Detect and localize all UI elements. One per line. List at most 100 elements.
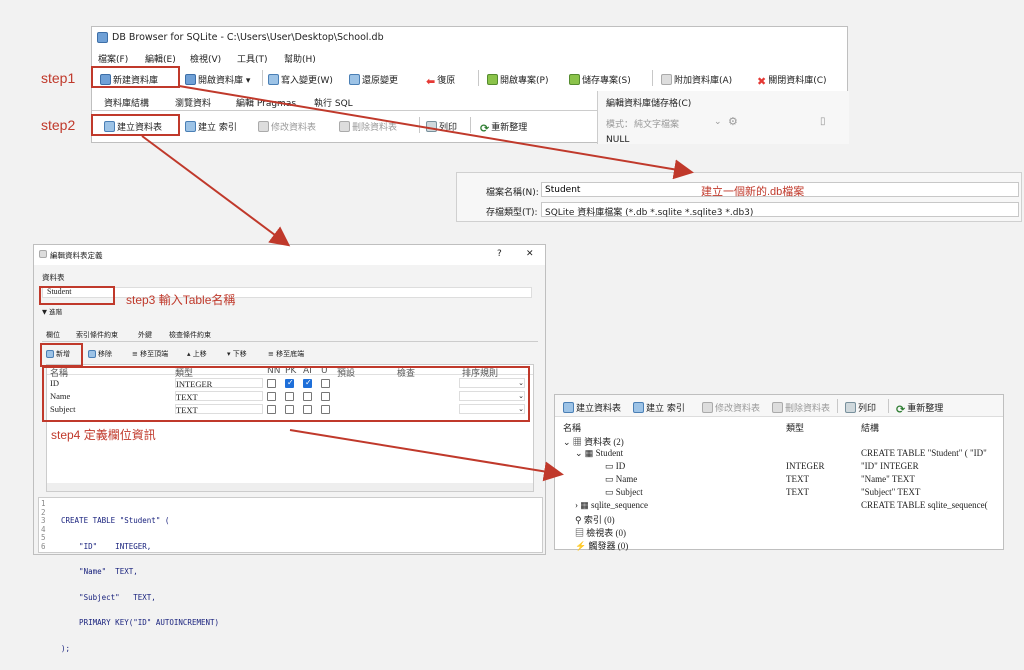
close-database-label: 關閉資料庫(C) xyxy=(768,76,827,86)
attach-database-button[interactable]: 附加資料庫(A) xyxy=(661,73,732,86)
remove-icon xyxy=(88,350,96,358)
sql-line: "Name" TEXT, xyxy=(61,567,138,576)
open-project-label: 開啟專案(P) xyxy=(500,76,549,86)
sql-line: "Subject" TEXT, xyxy=(61,592,156,602)
create-index-button[interactable]: 建立 索引 xyxy=(185,120,237,133)
move-top-button[interactable]: ≡ 移至頂端 xyxy=(132,349,168,359)
tree-row[interactable]: ▭ Subject TEXT "Subject" TEXT xyxy=(555,486,1003,498)
tab-execute-sql[interactable]: 執行 SQL xyxy=(314,96,353,109)
null-value: NULL xyxy=(606,135,630,145)
print-icon xyxy=(426,121,437,132)
move-up-button[interactable]: ▴ 上移 xyxy=(187,349,207,359)
remove-field-label: 移除 xyxy=(98,350,112,358)
tab-foreign-keys[interactable]: 外鍵 xyxy=(138,330,152,340)
tree-row[interactable]: ⌄ ▦ 資料表 (2) xyxy=(555,434,1003,447)
move-bottom-button[interactable]: ≡ 移至底端 xyxy=(268,349,304,359)
chevron-down-icon: ⌄ xyxy=(714,117,722,127)
toolbar-separator xyxy=(262,70,263,86)
step2-label: step2 xyxy=(41,117,76,133)
mode-value: 純文字檔案 xyxy=(634,120,680,130)
undo-button[interactable]: ⬅ 復原 xyxy=(426,73,455,88)
save-project-icon xyxy=(569,74,580,85)
tree-row[interactable]: ⚡ 觸發器 (0) xyxy=(555,538,1003,551)
tree-row[interactable]: ▭ Name TEXT "Name" TEXT xyxy=(555,473,1003,485)
menu-view[interactable]: 檢視(V) xyxy=(190,52,221,65)
tree-row[interactable]: ▭ ID INTEGER "ID" INTEGER xyxy=(555,460,1003,472)
create-table-button[interactable]: 建立資料表 xyxy=(563,401,621,414)
remove-field-button[interactable]: 移除 xyxy=(88,349,112,359)
move-down-label: 下移 xyxy=(232,350,247,358)
tab-fields[interactable]: 欄位 xyxy=(46,330,60,340)
sql-line: PRIMARY KEY("ID" AUTOINCREMENT) xyxy=(61,618,220,627)
main-window: DB Browser for SQLite - C:\Users\User\De… xyxy=(91,26,849,145)
table-name-input[interactable]: Student xyxy=(42,287,532,298)
tree-row[interactable]: › ▦ sqlite_sequence CREATE TABLE sqlite_… xyxy=(555,499,1003,511)
step3-highlight xyxy=(39,286,115,305)
print-button[interactable]: 列印 xyxy=(426,120,457,133)
main-toolbar: 新建資料庫 開啟資料庫 ▾ 寫入變更(W) 還原變更 ⬅ 復原 開啟專案(P) 儲… xyxy=(92,67,847,89)
open-project-button[interactable]: 開啟專案(P) xyxy=(487,73,548,86)
step2-highlight xyxy=(91,114,180,136)
tree-row[interactable]: ⚲ 索引 (0) xyxy=(555,512,1003,525)
open-database-button[interactable]: 開啟資料庫 ▾ xyxy=(185,73,250,86)
settings-icon[interactable]: ⚙ xyxy=(728,115,738,128)
print-label: 列印 xyxy=(858,404,877,414)
modify-table-icon xyxy=(258,121,269,132)
tab-database-structure[interactable]: 資料庫結構 xyxy=(104,96,149,109)
menu-tools[interactable]: 工具(T) xyxy=(237,52,268,65)
menu-file[interactable]: 檔案(F) xyxy=(98,52,128,65)
write-icon xyxy=(268,74,279,85)
advanced-toggle[interactable]: ▼ 進階 xyxy=(42,306,62,316)
refresh-button[interactable]: ⟳ 重新整理 xyxy=(896,401,943,416)
filetype-select[interactable]: SQLite 資料庫檔案 (*.db *.sqlite *.sqlite3 *.… xyxy=(541,202,1019,218)
attach-icon xyxy=(661,74,672,85)
delete-table-button[interactable]: 刪除資料表 xyxy=(772,401,830,414)
tree-row[interactable]: ⌄ ▦ Student CREATE TABLE "Student" ( "ID… xyxy=(555,447,1003,459)
create-table-icon xyxy=(563,402,574,413)
print-button[interactable]: 列印 xyxy=(845,401,876,414)
save-dialog-annotation: 建立一個新的.db檔案 xyxy=(701,186,805,198)
mode-select[interactable]: 純文字檔案 ⌄ xyxy=(634,117,734,130)
toolbar-separator xyxy=(837,399,838,413)
horizontal-scrollbar[interactable] xyxy=(47,483,533,491)
type-cell: TEXT xyxy=(786,474,809,484)
tree-item-label: › ▦ sqlite_sequence xyxy=(575,500,648,510)
close-database-button[interactable]: ✖ 關閉資料庫(C) xyxy=(757,73,827,88)
toolbar-separator xyxy=(470,117,471,133)
close-db-icon: ✖ xyxy=(757,75,767,88)
refresh-button[interactable]: ⟳ 重新整理 xyxy=(480,120,527,135)
delete-table-button[interactable]: 刪除資料表 xyxy=(339,120,397,133)
create-index-label: 建立 索引 xyxy=(198,123,237,133)
help-button[interactable]: ? xyxy=(497,249,502,259)
refresh-icon: ⟳ xyxy=(480,122,490,135)
tree-item-label: ▭ Name xyxy=(605,474,638,484)
step1-label: step1 xyxy=(41,70,76,86)
move-down-button[interactable]: ▾ 下移 xyxy=(227,349,247,359)
close-button[interactable]: ✕ xyxy=(526,249,534,259)
modify-table-button[interactable]: 修改資料表 xyxy=(258,120,316,133)
save-project-label: 儲存專案(S) xyxy=(582,76,631,86)
arrow-step2-to-dialog xyxy=(141,135,291,247)
tab-index-constraints[interactable]: 索引條件約束 xyxy=(76,330,118,340)
trigger-icon: ⚡ xyxy=(575,541,589,551)
modify-table-button[interactable]: 修改資料表 xyxy=(702,401,760,414)
tab-browse-data[interactable]: 瀏覽資料 xyxy=(175,96,211,109)
revert-changes-button[interactable]: 還原變更 xyxy=(349,73,398,86)
menu-edit[interactable]: 編輯(E) xyxy=(145,52,176,65)
create-index-button[interactable]: 建立 索引 xyxy=(633,401,685,414)
attach-database-label: 附加資料庫(A) xyxy=(674,76,733,86)
tab-check-constraints[interactable]: 檢查條件約束 xyxy=(169,330,211,340)
tab-edit-pragmas[interactable]: 編輯 Pragmas xyxy=(236,96,296,109)
tree-item-label: ▭ Subject xyxy=(605,487,643,497)
write-changes-button[interactable]: 寫入變更(W) xyxy=(268,73,333,86)
tree-row[interactable]: ▤ 檢視表 (0) xyxy=(555,525,1003,538)
save-project-button[interactable]: 儲存專案(S) xyxy=(569,73,631,86)
app-icon xyxy=(97,32,108,43)
window-title: DB Browser for SQLite - C:\Users\User\De… xyxy=(112,32,384,43)
revert-icon xyxy=(349,74,360,85)
import-icon[interactable]: ▯ xyxy=(820,116,826,127)
tree-item-label: ▭ ID xyxy=(605,461,626,471)
view-icon: ▤ xyxy=(575,528,587,538)
sql-line: "ID" INTEGER, xyxy=(61,541,152,551)
menu-help[interactable]: 幫助(H) xyxy=(284,52,316,65)
